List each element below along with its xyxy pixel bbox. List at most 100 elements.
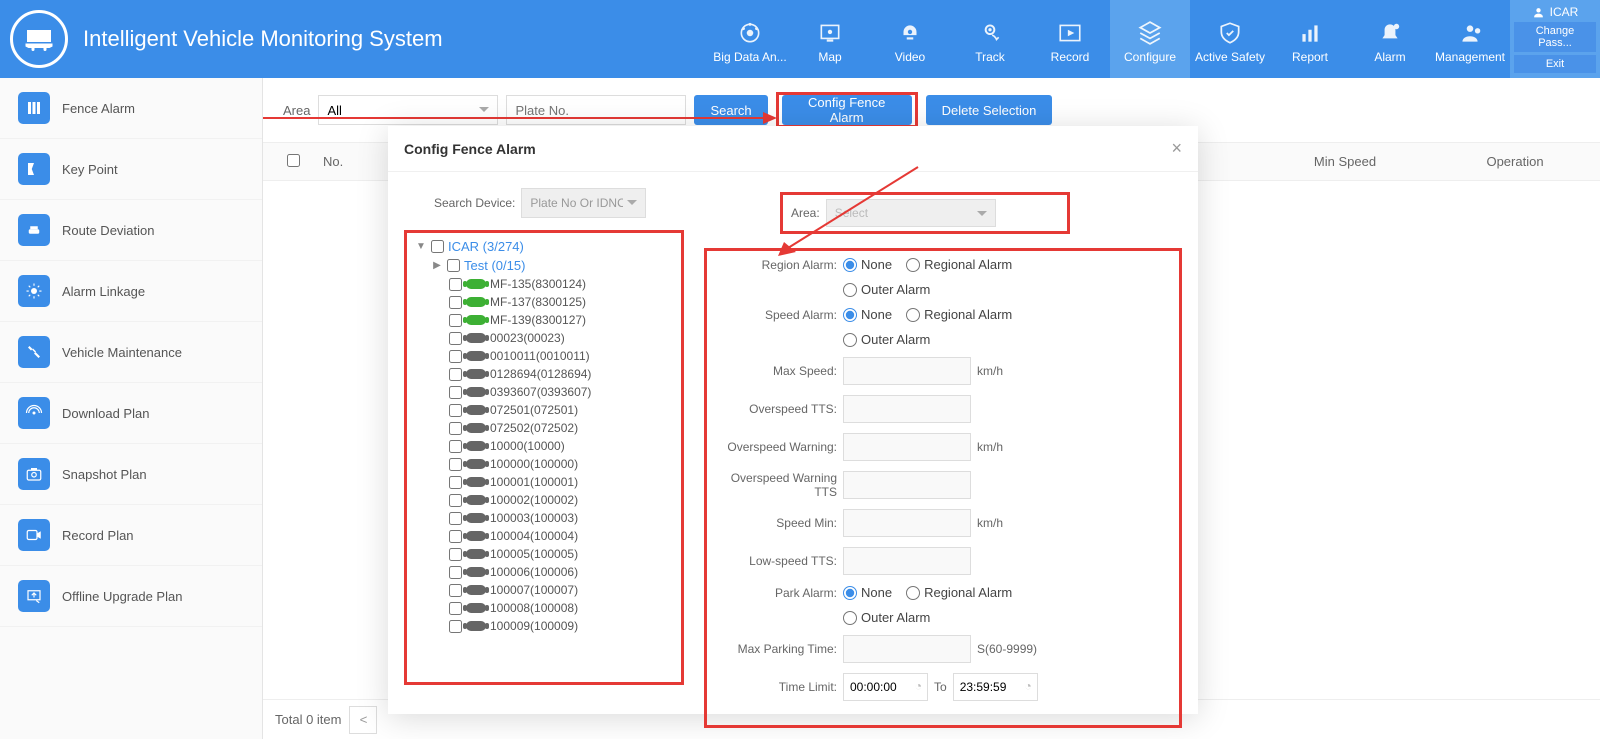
tree-vehicle-row[interactable]: 100004(100004) — [409, 527, 679, 545]
plate-input[interactable] — [506, 95, 686, 125]
tree-vehicle-row[interactable]: MF-135(8300124) — [409, 275, 679, 293]
tree-vehicle-row[interactable]: 0010011(0010011) — [409, 347, 679, 365]
overspeed-warning-tts-input[interactable] — [843, 471, 971, 499]
close-icon[interactable]: × — [1171, 138, 1182, 159]
tree-checkbox[interactable] — [449, 368, 462, 381]
park-outer-radio[interactable] — [843, 611, 857, 625]
tree-vehicle-row[interactable]: 0393607(0393607) — [409, 383, 679, 401]
speed-outer-radio[interactable] — [843, 333, 857, 347]
tree-root[interactable]: ICAR (3/274) — [448, 239, 524, 254]
tree-vehicle-row[interactable]: 00023(00023) — [409, 329, 679, 347]
tree-vehicle-row[interactable]: 100000(100000) — [409, 455, 679, 473]
nav-record[interactable]: Record — [1030, 0, 1110, 78]
speed-min-input[interactable] — [843, 509, 971, 537]
sidebar-item-download-plan[interactable]: Download Plan — [0, 383, 262, 444]
tree-checkbox[interactable] — [449, 620, 462, 633]
tree-vehicle-row[interactable]: MF-139(8300127) — [409, 311, 679, 329]
sidebar-item-record-plan[interactable]: Record Plan — [0, 505, 262, 566]
tree-vehicle-row[interactable]: MF-137(8300125) — [409, 293, 679, 311]
search-device-select[interactable]: Plate No Or IDNO — [521, 188, 646, 218]
tree-checkbox[interactable] — [449, 422, 462, 435]
tree-vehicle-row[interactable]: 10000(10000) — [409, 437, 679, 455]
speed-regional-radio[interactable] — [906, 308, 920, 322]
tree-checkbox[interactable] — [449, 350, 462, 363]
vehicle-status-icon — [466, 549, 486, 559]
region-regional-radio[interactable] — [906, 258, 920, 272]
max-speed-input[interactable] — [843, 357, 971, 385]
sidebar-item-fence-alarm[interactable]: Fence Alarm — [0, 78, 262, 139]
config-fence-alarm-button[interactable]: Config Fence Alarm — [782, 95, 912, 125]
time-to-input[interactable] — [953, 673, 1038, 701]
overspeed-tts-input[interactable] — [843, 395, 971, 423]
tree-vehicle-row[interactable]: 100003(100003) — [409, 509, 679, 527]
expand-icon[interactable]: ▼ — [415, 241, 427, 252]
vehicle-label: 100001(100001) — [490, 475, 578, 489]
tree-checkbox[interactable] — [449, 584, 462, 597]
tree-checkbox[interactable] — [431, 240, 444, 253]
nav-alarm[interactable]: Alarm — [1350, 0, 1430, 78]
nav-video[interactable]: Video — [870, 0, 950, 78]
tree-checkbox[interactable] — [449, 512, 462, 525]
tree-checkbox[interactable] — [449, 296, 462, 309]
tree-checkbox[interactable] — [449, 548, 462, 561]
tree-group[interactable]: Test (0/15) — [464, 258, 525, 273]
sidebar-item-snapshot-plan[interactable]: Snapshot Plan — [0, 444, 262, 505]
vehicle-status-icon — [466, 423, 486, 433]
tree-checkbox[interactable] — [449, 494, 462, 507]
area-select[interactable]: All — [318, 95, 498, 125]
tree-checkbox[interactable] — [447, 259, 460, 272]
max-parking-input[interactable] — [843, 635, 971, 663]
change-password-button[interactable]: Change Pass... — [1514, 22, 1596, 52]
nav-management[interactable]: Management — [1430, 0, 1510, 78]
speed-none-radio[interactable] — [843, 308, 857, 322]
low-speed-tts-input[interactable] — [843, 547, 971, 575]
tree-checkbox[interactable] — [449, 566, 462, 579]
sidebar-item-alarm-linkage[interactable]: Alarm Linkage — [0, 261, 262, 322]
pager-prev-button[interactable]: < — [349, 706, 377, 734]
park-regional-radio[interactable] — [906, 586, 920, 600]
vehicle-status-icon — [466, 405, 486, 415]
nav-report[interactable]: Report — [1270, 0, 1350, 78]
park-none-radio[interactable] — [843, 586, 857, 600]
nav-map[interactable]: Map — [790, 0, 870, 78]
select-all-checkbox[interactable] — [287, 154, 300, 167]
tree-vehicle-row[interactable]: 100009(100009) — [409, 617, 679, 635]
tree-checkbox[interactable] — [449, 278, 462, 291]
tree-vehicle-row[interactable]: 0128694(0128694) — [409, 365, 679, 383]
delete-selection-button[interactable]: Delete Selection — [926, 95, 1053, 125]
nav-bigdata[interactable]: Big Data An... — [710, 0, 790, 78]
sidebar-item-route-deviation[interactable]: Route Deviation — [0, 200, 262, 261]
sidebar-item-offline-upgrade-plan[interactable]: Offline Upgrade Plan — [0, 566, 262, 627]
nav-active-safety[interactable]: Active Safety — [1190, 0, 1270, 78]
expand-icon[interactable]: ▶ — [431, 260, 443, 271]
tree-vehicle-row[interactable]: 100001(100001) — [409, 473, 679, 491]
tree-checkbox[interactable] — [449, 440, 462, 453]
tree-vehicle-row[interactable]: 100007(100007) — [409, 581, 679, 599]
tree-checkbox[interactable] — [449, 476, 462, 489]
tree-checkbox[interactable] — [449, 458, 462, 471]
tree-vehicle-row[interactable]: 072501(072501) — [409, 401, 679, 419]
tree-checkbox[interactable] — [449, 530, 462, 543]
tree-checkbox[interactable] — [449, 332, 462, 345]
tree-vehicle-row[interactable]: 100005(100005) — [409, 545, 679, 563]
tree-checkbox[interactable] — [449, 314, 462, 327]
area-select-dialog[interactable]: Select — [826, 199, 996, 227]
nav-configure[interactable]: Configure — [1110, 0, 1190, 78]
tree-vehicle-row[interactable]: 072502(072502) — [409, 419, 679, 437]
tree-vehicle-row[interactable]: 100008(100008) — [409, 599, 679, 617]
tree-checkbox[interactable] — [449, 602, 462, 615]
search-button[interactable]: Search — [694, 95, 767, 125]
region-none-radio[interactable] — [843, 258, 857, 272]
device-tree[interactable]: ▼ ICAR (3/274) ▶ Test (0/15) MF-135(8300… — [404, 230, 684, 685]
exit-button[interactable]: Exit — [1514, 55, 1596, 73]
time-from-input[interactable] — [843, 673, 928, 701]
sidebar-item-key-point[interactable]: Key Point — [0, 139, 262, 200]
overspeed-warning-input[interactable] — [843, 433, 971, 461]
tree-vehicle-row[interactable]: 100002(100002) — [409, 491, 679, 509]
sidebar-item-vehicle-maintenance[interactable]: Vehicle Maintenance — [0, 322, 262, 383]
region-outer-radio[interactable] — [843, 283, 857, 297]
tree-vehicle-row[interactable]: 100006(100006) — [409, 563, 679, 581]
tree-checkbox[interactable] — [449, 386, 462, 399]
nav-track[interactable]: Track — [950, 0, 1030, 78]
tree-checkbox[interactable] — [449, 404, 462, 417]
